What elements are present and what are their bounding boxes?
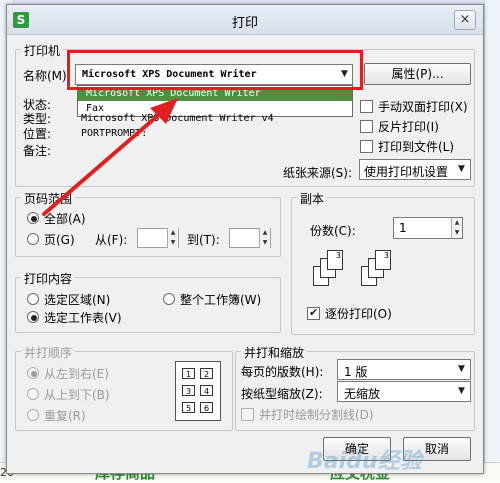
annotation-arrow (42, 98, 178, 216)
